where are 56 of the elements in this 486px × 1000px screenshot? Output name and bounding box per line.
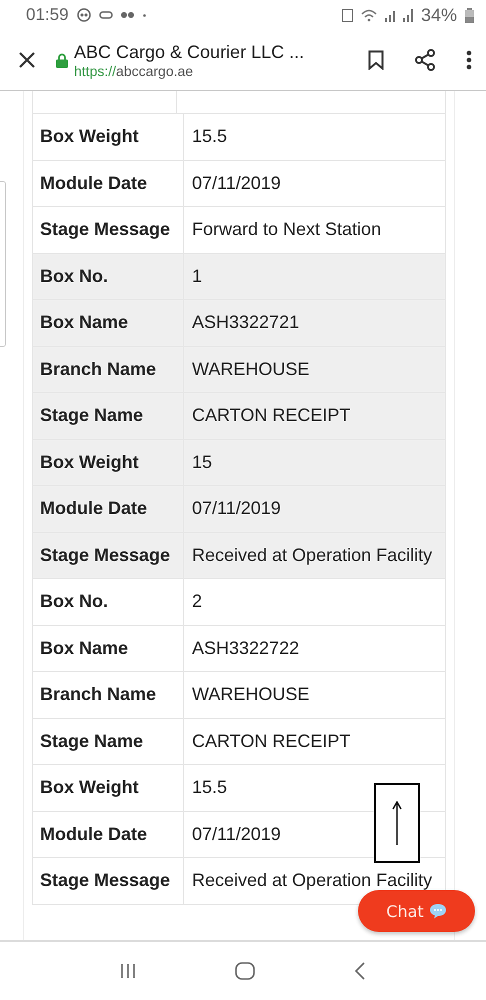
dots-icon [120,12,135,18]
field-value: ASH3322721 [183,300,446,346]
link-icon [98,11,113,19]
field-value: WAREHOUSE [183,346,446,392]
lock-icon [56,52,68,68]
face-icon [76,8,91,22]
chat-button[interactable]: Chat [358,890,475,932]
field-value: 07/11/2019 [183,160,446,206]
field-label: Stage Message [32,207,183,252]
up-arrow-icon [392,801,402,845]
field-label: Box No. [32,254,183,299]
field-value: WAREHOUSE [183,672,446,718]
menu-icon [466,50,472,70]
field-value: CARTON RECEIPT [183,393,446,438]
volte-icon [342,8,353,22]
chat-bubble-icon [428,903,447,919]
battery-icon [465,8,474,22]
dot-icon [142,14,146,16]
signal-icon [402,8,413,22]
field-label: Module Date [32,160,183,206]
share-icon [414,49,436,71]
field-label: Box Name [32,300,183,346]
field-label: Box Name [32,626,183,671]
field-label: Module Date [32,486,183,532]
scroll-top-button[interactable] [374,783,420,863]
field-label: Box Weight [32,114,183,160]
field-value: CARTON RECEIPT [183,718,446,764]
field-label: Branch Name [32,672,183,718]
wifi-icon [360,8,377,22]
field-label: Box Weight [32,440,183,485]
home-icon [234,962,255,980]
field-label: Stage Name [32,393,183,438]
field-value: Received at Operation Facility [183,532,446,578]
bookmark-icon [368,50,384,70]
close-icon [18,51,36,69]
field-value: ASH3322722 [183,626,446,671]
battery-percentage: 34% [420,4,457,26]
page-url: https://abccargo.ae [74,62,194,78]
field-label: Branch Name [32,346,183,392]
field-label: Stage Message [32,532,183,578]
field-value: Forward to Next Station [183,207,446,252]
page-title: ABC Cargo & Courier LLC ... [74,42,306,62]
back-icon [354,962,366,980]
field-label: Module Date [32,812,183,857]
field-label: Box Weight [32,765,183,810]
field-value: 15.5 [183,114,446,160]
field-value: 07/11/2019 [183,486,446,532]
field-label: Box No. [32,579,183,624]
field-value: 15 [183,440,446,485]
field-label: Stage Name [32,718,183,764]
field-value: 2 [183,579,446,624]
field-label: Stage Message [32,858,183,904]
recent-apps-icon [120,963,136,979]
status-time: 01:59 [26,5,69,25]
field-value: 1 [183,254,446,299]
signal-icon [384,8,395,22]
